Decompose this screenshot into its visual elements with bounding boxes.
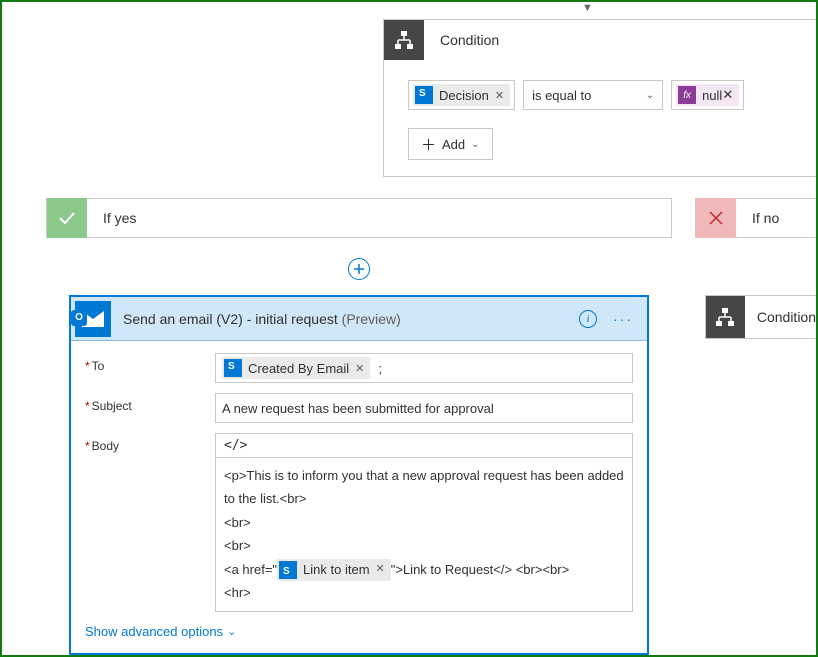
token-label: Link to item <box>303 558 369 581</box>
remove-token-icon[interactable]: ✕ <box>376 560 385 580</box>
remove-token-icon[interactable]: ✕ <box>495 89 504 102</box>
token-link-to-item[interactable]: Link to item ✕ <box>277 559 391 581</box>
body-line: <a href=" Link to item ✕ ">Link to Reque… <box>224 558 624 582</box>
body-line: <br> <box>224 511 624 534</box>
subject-value: A new request has been submitted for app… <box>222 401 494 416</box>
outlook-icon: O <box>75 301 111 337</box>
chevron-down-icon: ⌄ <box>227 625 236 638</box>
body-label: *Body <box>85 433 215 612</box>
subject-field[interactable]: A new request has been submitted for app… <box>215 393 633 423</box>
info-icon[interactable]: i <box>579 310 597 328</box>
fx-label: null <box>702 88 722 103</box>
body-field[interactable]: </> <p>This is to inform you that a new … <box>215 433 633 612</box>
condition-icon <box>384 20 424 60</box>
token-label: Decision <box>439 88 489 103</box>
condition-operator-dropdown[interactable]: is equal to ⌄ <box>523 80 663 110</box>
body-line: <hr> <box>224 581 624 604</box>
if-yes-label: If yes <box>87 210 136 226</box>
token-decision[interactable]: Decision ✕ <box>413 84 510 106</box>
to-field[interactable]: Created By Email ✕ ; <box>215 353 633 383</box>
body-line: <p>This is to inform you that a new appr… <box>224 464 624 511</box>
condition-icon <box>706 296 745 338</box>
condition-left-operand[interactable]: Decision ✕ <box>408 80 515 110</box>
chevron-down-icon: ⌄ <box>646 90 654 101</box>
sharepoint-icon <box>415 86 433 104</box>
to-label: *To <box>85 353 215 383</box>
body-content[interactable]: <p>This is to inform you that a new appr… <box>216 458 632 611</box>
canvas: ▼ Condition Decision ✕ is equal to ⌄ <box>0 0 818 657</box>
chevron-down-icon: ⌄ <box>471 139 479 150</box>
token-created-by-email[interactable]: Created By Email ✕ <box>222 357 370 379</box>
add-label: Add <box>442 137 465 152</box>
chevron-down-icon: ▼ <box>582 2 593 14</box>
condition-expression-row: Decision ✕ is equal to ⌄ fx null ✕ <box>384 60 817 128</box>
fx-icon: fx <box>678 86 696 104</box>
if-no-branch[interactable]: If no <box>695 198 817 238</box>
condition2-title: Condition <box>745 309 816 325</box>
if-yes-branch[interactable]: If yes <box>46 198 672 238</box>
sharepoint-icon <box>224 359 242 377</box>
condition-card-2[interactable]: Condition <box>705 295 817 339</box>
send-email-action-card: O Send an email (V2) - initial request (… <box>69 295 649 655</box>
condition-header[interactable]: Condition <box>384 20 817 60</box>
token-fx-null[interactable]: fx null ✕ <box>676 84 739 106</box>
operator-label: is equal to <box>532 88 591 103</box>
add-condition-button[interactable]: ＋ Add ⌄ <box>408 128 493 160</box>
show-advanced-options-link[interactable]: Show advanced options ⌄ <box>85 622 236 639</box>
email-header[interactable]: O Send an email (V2) - initial request (… <box>71 297 647 341</box>
condition-title: Condition <box>424 32 499 48</box>
sharepoint-icon <box>279 561 297 579</box>
subject-label: *Subject <box>85 393 215 423</box>
plus-icon: ＋ <box>421 134 436 155</box>
separator: ; <box>378 361 382 376</box>
remove-token-icon[interactable]: ✕ <box>355 362 364 375</box>
token-label: Created By Email <box>248 361 349 376</box>
checkmark-icon <box>47 198 87 238</box>
condition-right-operand[interactable]: fx null ✕ <box>671 80 744 110</box>
close-icon <box>696 198 736 238</box>
email-action-title: Send an email (V2) - initial request (Pr… <box>123 311 579 327</box>
condition-card: Condition Decision ✕ is equal to ⌄ fx nu… <box>383 19 818 177</box>
code-view-toggle[interactable]: </> <box>216 434 632 458</box>
body-line: <br> <box>224 534 624 557</box>
more-menu-icon[interactable]: ··· <box>613 311 633 327</box>
if-no-label: If no <box>736 210 779 226</box>
remove-token-icon[interactable]: ✕ <box>722 87 733 103</box>
add-step-button[interactable] <box>348 258 370 280</box>
